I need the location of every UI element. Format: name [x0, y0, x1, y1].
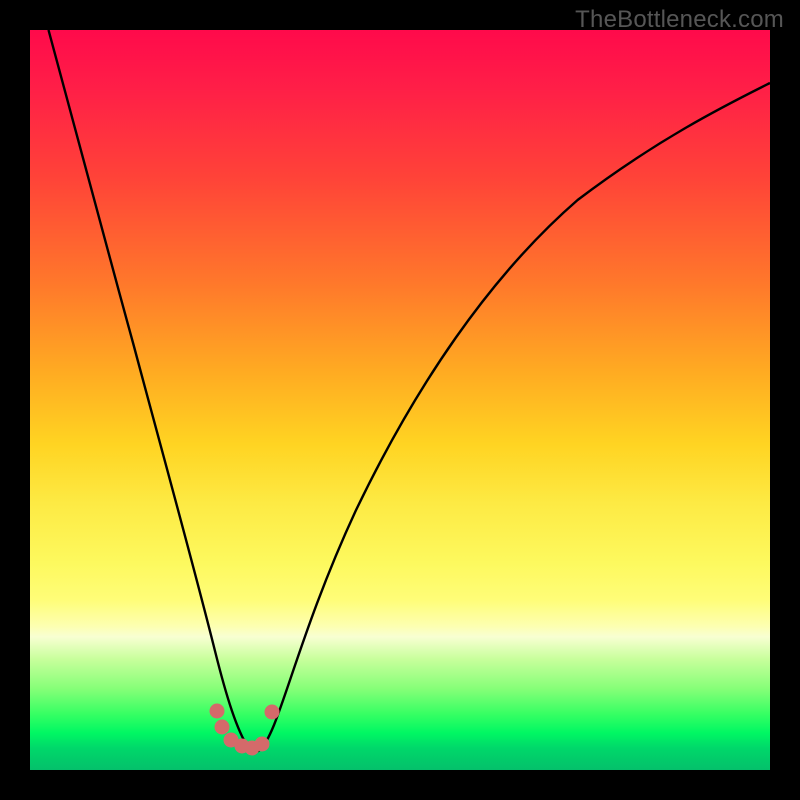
marker-dot — [255, 737, 270, 752]
plot-area — [30, 30, 770, 770]
watermark-label: TheBottleneck.com — [575, 6, 784, 34]
marker-dot — [215, 720, 230, 735]
curve-layer — [30, 30, 770, 770]
marker-dot — [265, 705, 280, 720]
bottleneck-curve — [49, 30, 771, 752]
minimum-marker-cluster — [210, 704, 280, 756]
chart-frame: TheBottleneck.com — [0, 0, 800, 800]
marker-dot — [210, 704, 225, 719]
